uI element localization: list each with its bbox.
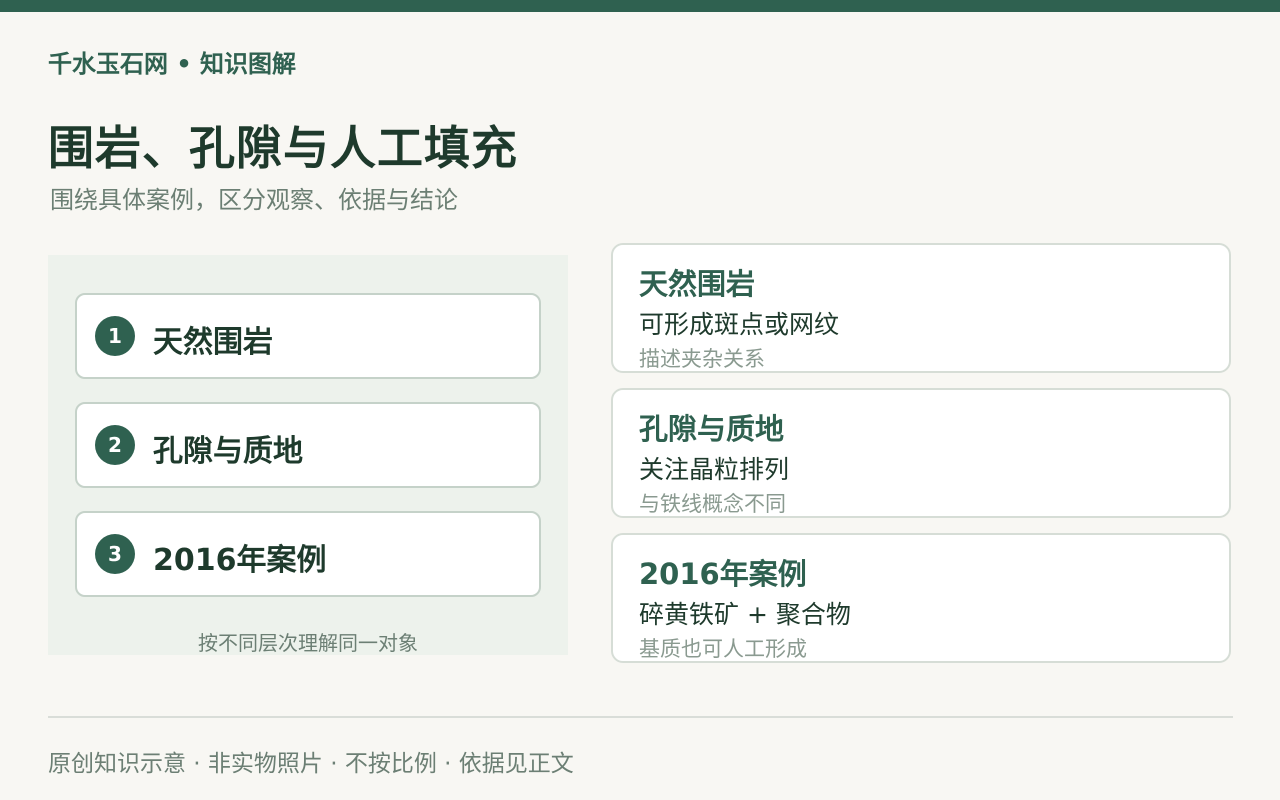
info-card-1: 天然围岩 可形成斑点或网纹 描述夹杂关系 <box>611 243 1231 373</box>
step-number-badge: 3 <box>95 534 135 574</box>
card-title: 孔隙与质地 <box>639 412 785 446</box>
top-accent-bar <box>0 0 1280 12</box>
step-number-badge: 2 <box>95 425 135 465</box>
card-title: 2016年案例 <box>639 557 807 591</box>
card-body: 可形成斑点或网纹 <box>639 310 840 339</box>
step-number-badge: 1 <box>95 316 135 356</box>
footer-note: 原创知识示意 · 非实物照片 · 不按比例 · 依据见正文 <box>48 751 574 777</box>
step-item-1[interactable]: 1 天然围岩 <box>75 293 541 379</box>
card-title: 天然围岩 <box>639 267 756 301</box>
info-card-3: 2016年案例 碎黄铁矿 + 聚合物 基质也可人工形成 <box>611 533 1231 663</box>
site-brand: 千水玉石网 • 知识图解 <box>48 50 297 78</box>
step-item-2[interactable]: 2 孔隙与质地 <box>75 402 541 488</box>
card-note: 与铁线概念不同 <box>639 492 786 516</box>
steps-caption: 按不同层次理解同一对象 <box>198 631 418 655</box>
steps-panel: 1 天然围岩 2 孔隙与质地 3 2016年案例 按不同层次理解同一对象 <box>48 255 568 655</box>
card-note: 描述夹杂关系 <box>639 347 765 371</box>
card-body: 碎黄铁矿 + 聚合物 <box>639 600 851 629</box>
step-label: 2016年案例 <box>153 543 327 578</box>
step-label: 孔隙与质地 <box>153 434 303 469</box>
footer-divider <box>48 716 1233 718</box>
step-label: 天然围岩 <box>153 325 273 360</box>
page-subtitle: 围绕具体案例，区分观察、依据与结论 <box>50 186 458 214</box>
step-item-3[interactable]: 3 2016年案例 <box>75 511 541 597</box>
info-card-2: 孔隙与质地 关注晶粒排列 与铁线概念不同 <box>611 388 1231 518</box>
card-body: 关注晶粒排列 <box>639 455 790 484</box>
page-title: 围岩、孔隙与人工填充 <box>48 121 518 175</box>
card-note: 基质也可人工形成 <box>639 637 807 661</box>
